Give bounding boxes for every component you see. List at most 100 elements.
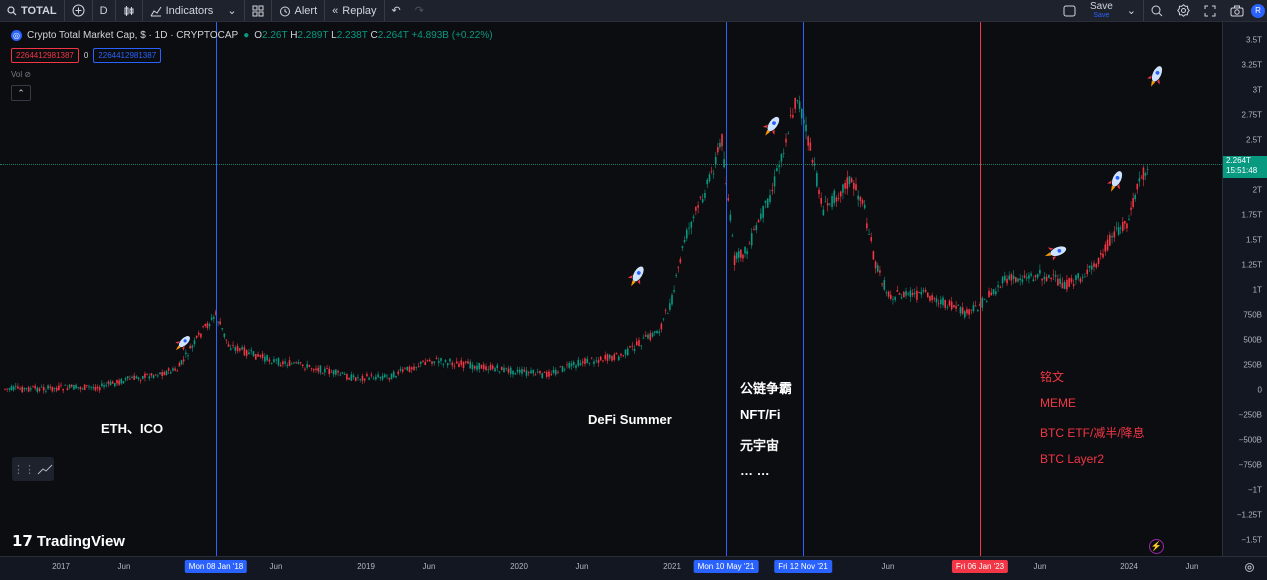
- candle-body: [187, 355, 189, 357]
- candle-body: [577, 359, 580, 366]
- candle-body: [1030, 273, 1032, 276]
- candle-body: [330, 371, 333, 373]
- volume-legend[interactable]: Vol ⊘: [11, 70, 31, 79]
- annotation-red2: MEME: [1040, 396, 1076, 410]
- candle-body: [590, 357, 593, 359]
- candle-body: [1130, 207, 1132, 210]
- save-menu-button[interactable]: ⌄: [1120, 0, 1143, 21]
- redo-button[interactable]: ↷: [408, 0, 431, 21]
- candle-body: [1138, 178, 1141, 182]
- settings-gear-icon[interactable]: [1244, 562, 1255, 573]
- series-legend[interactable]: ◎ Crypto Total Market Cap, $ · 1D · CRYP…: [11, 30, 493, 41]
- candle-body: [1045, 276, 1048, 282]
- candle-body: [1001, 276, 1004, 284]
- quick-search-button[interactable]: [1143, 0, 1170, 21]
- candle-body: [572, 362, 575, 365]
- candle-body: [624, 349, 627, 355]
- interval-label: D: [99, 4, 108, 17]
- candle-body: [368, 377, 370, 380]
- candle-body: [442, 364, 445, 366]
- candle-body: [1099, 253, 1102, 255]
- candle-body: [642, 337, 645, 339]
- bid-box[interactable]: 2264412981387: [11, 48, 79, 63]
- compare-button[interactable]: [63, 0, 92, 21]
- candle-body: [1036, 274, 1039, 278]
- marker-line-nov-2021: [803, 22, 804, 556]
- collapse-legend-button[interactable]: ⌃: [11, 85, 31, 101]
- candle-body: [118, 380, 120, 385]
- candle-body: [206, 323, 209, 328]
- avatar[interactable]: R: [1251, 3, 1265, 18]
- candle-body: [195, 335, 198, 338]
- candle-body: [223, 333, 226, 337]
- candle-body: [58, 385, 60, 391]
- time-tick: 2020: [510, 562, 528, 571]
- eye-off-icon[interactable]: ⊘: [24, 70, 31, 79]
- candle-body: [842, 184, 844, 193]
- price-axis[interactable]: 3.5T3.25T3T2.75T2.5T2.25T2T1.75T1.5T1.25…: [1222, 22, 1267, 556]
- settings-button[interactable]: [1170, 0, 1197, 21]
- candle-body: [968, 309, 970, 315]
- candle-body: [73, 385, 75, 390]
- drawing-toolbar-toggle[interactable]: ⋮⋮: [12, 457, 54, 481]
- candle-body: [379, 376, 382, 379]
- candle-body: [135, 376, 138, 379]
- alert-button[interactable]: Alert: [270, 0, 325, 21]
- candle-body: [1059, 278, 1061, 285]
- candle-body: [473, 366, 476, 369]
- candle-body: [1136, 183, 1139, 190]
- layouts-button[interactable]: [243, 0, 271, 21]
- drag-handle-icon: ⋮⋮: [13, 463, 35, 476]
- candle-body: [4, 388, 6, 390]
- candle-body: [460, 360, 463, 365]
- fullscreen-button[interactable]: [1197, 0, 1223, 21]
- candle-body: [503, 367, 505, 373]
- time-axis[interactable]: 2017 Jun Mon 08 Jan '18 Jun 2019 Jun 2020 Jun 20…: [0, 556, 1267, 580]
- candle-body: [692, 216, 695, 219]
- indicators-button[interactable]: Indicators: [141, 0, 221, 21]
- annotation-red4: BTC Layer2: [1040, 452, 1105, 466]
- candle-body: [1028, 275, 1030, 279]
- fullscreen-toggle[interactable]: [1056, 0, 1083, 21]
- candle-body: [1004, 275, 1006, 281]
- candle-body: [259, 354, 262, 357]
- candle-body: [829, 203, 831, 205]
- ask-box[interactable]: 2264412981387: [93, 48, 162, 63]
- candle-body: [863, 204, 866, 209]
- candle-body: [10, 386, 13, 391]
- candle-body: [746, 251, 748, 255]
- candle-body: [469, 361, 472, 369]
- candle-body: [868, 234, 870, 235]
- last-price-value: 2.264T: [1226, 156, 1251, 165]
- candle-body: [431, 361, 433, 364]
- eye-icon[interactable]: ●: [243, 30, 249, 41]
- indicator-templates-button[interactable]: ⌄: [220, 0, 243, 21]
- candle-body: [25, 387, 28, 389]
- candle-body: [81, 388, 84, 390]
- save-button[interactable]: Save Save: [1083, 0, 1120, 21]
- candle-body: [142, 376, 144, 379]
- interval-button[interactable]: D: [91, 0, 115, 21]
- candle-body: [681, 246, 684, 248]
- candle-body: [940, 299, 942, 305]
- candle-body: [375, 376, 377, 380]
- value-boxes: 2264412981387 0 2264412981387: [11, 48, 162, 63]
- candle-body: [850, 178, 853, 183]
- symbol-search[interactable]: TOTAL: [0, 0, 64, 21]
- candle-body: [541, 373, 544, 379]
- candle-body: [419, 361, 422, 364]
- time-tick: Jun: [269, 562, 283, 571]
- chart-type-button[interactable]: [114, 0, 142, 21]
- candle-body: [301, 364, 304, 366]
- candle-body: [953, 305, 955, 308]
- candle-body: [780, 154, 783, 162]
- candle-body: [476, 365, 478, 370]
- lightning-icon[interactable]: ⚡: [1149, 539, 1164, 554]
- snapshot-button[interactable]: [1223, 0, 1251, 21]
- candle-body: [557, 371, 559, 373]
- candle-body: [539, 370, 541, 374]
- candle-body: [1111, 235, 1113, 238]
- undo-button[interactable]: ↶: [383, 0, 408, 21]
- candle-body: [337, 371, 339, 373]
- replay-button[interactable]: « Replay: [324, 0, 383, 21]
